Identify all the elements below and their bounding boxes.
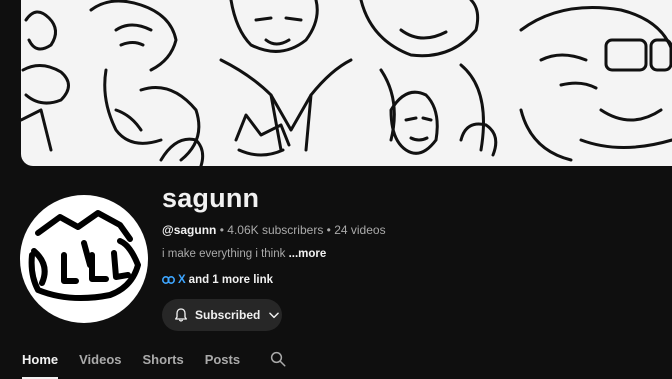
- subscribed-button[interactable]: Subscribed: [162, 299, 282, 331]
- more-link[interactable]: ...more: [289, 248, 327, 260]
- video-count: 24 videos: [334, 223, 386, 237]
- channel-meta: @sagunn • 4.06K subscribers • 24 videos: [162, 223, 386, 237]
- channel-name: sagunn: [162, 183, 260, 213]
- x-link[interactable]: X: [178, 274, 186, 286]
- tab-posts[interactable]: Posts: [205, 352, 240, 367]
- banner-artwork: [21, 0, 672, 166]
- tab-home[interactable]: Home: [22, 352, 59, 379]
- subscribed-label: Subscribed: [195, 308, 261, 322]
- channel-links[interactable]: X and 1 more link: [162, 274, 273, 286]
- more-links-text[interactable]: and 1 more link: [189, 274, 273, 286]
- meta-separator: •: [219, 223, 224, 237]
- channel-description[interactable]: i make everything i think ...more: [162, 248, 326, 260]
- channel-banner: [21, 0, 672, 166]
- link-icon: [162, 276, 175, 284]
- channel-avatar[interactable]: [20, 195, 148, 323]
- search-icon[interactable]: [269, 350, 287, 368]
- subscriber-count: 4.06K subscribers: [227, 223, 324, 237]
- bell-icon: [175, 308, 187, 322]
- tab-shorts[interactable]: Shorts: [143, 352, 184, 367]
- meta-separator: •: [326, 223, 331, 237]
- avatar-drawing: [28, 210, 141, 301]
- channel-tabs: Home Videos Shorts Posts: [22, 350, 287, 379]
- channel-handle: @sagunn: [162, 223, 217, 237]
- chevron-down-icon: [269, 312, 280, 319]
- description-text: i make everything i think: [162, 248, 286, 260]
- tab-videos[interactable]: Videos: [79, 352, 121, 367]
